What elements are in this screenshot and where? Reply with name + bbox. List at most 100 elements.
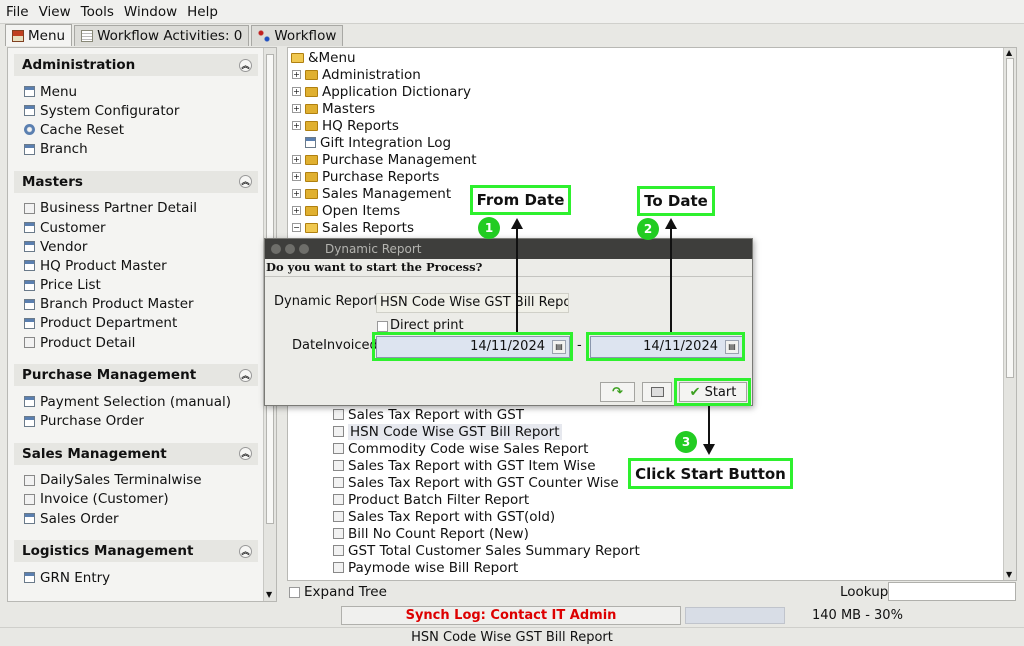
collapse-icon[interactable]: ︽ xyxy=(239,544,252,558)
tree-node-administration[interactable]: + Administration xyxy=(292,66,421,83)
sidebar-item-vendor[interactable]: Vendor xyxy=(24,237,258,256)
print-button[interactable] xyxy=(642,382,672,402)
sidebar-item-cache-reset[interactable]: Cache Reset xyxy=(24,120,258,139)
tree-node-sales-management[interactable]: + Sales Management xyxy=(292,185,451,202)
sidebar-item-hq-product-master[interactable]: HQ Product Master xyxy=(24,256,258,275)
collapse-icon[interactable]: ︽ xyxy=(239,175,252,189)
expand-icon[interactable]: + xyxy=(292,206,301,215)
sidebar-item-branch-product-master[interactable]: Branch Product Master xyxy=(24,295,258,314)
sidebar-item-price-list[interactable]: Price List xyxy=(24,276,258,295)
tree-report-gst-old[interactable]: Sales Tax Report with GST(old) xyxy=(333,508,555,525)
expand-icon[interactable]: + xyxy=(292,70,301,79)
scroll-down-icon[interactable]: ▼ xyxy=(1006,570,1012,579)
expand-icon[interactable]: + xyxy=(292,87,301,96)
group-header[interactable]: Purchase Management ︽ xyxy=(14,364,258,387)
tree-node-gift-integration-log[interactable]: Gift Integration Log xyxy=(305,134,451,151)
group-header[interactable]: Logistics Management ︽ xyxy=(14,540,258,563)
collapse-icon[interactable]: ︽ xyxy=(239,368,252,382)
tree-report-gst-customer-summary[interactable]: GST Total Customer Sales Summary Report xyxy=(333,542,640,559)
menu-file[interactable]: File xyxy=(4,4,37,20)
tab-workflow[interactable]: Workflow xyxy=(251,25,344,46)
group-header[interactable]: Sales Management ︽ xyxy=(14,442,258,465)
direct-print-checkbox[interactable] xyxy=(377,321,388,332)
tree-report-gst-counter-wise[interactable]: Sales Tax Report with GST Counter Wise xyxy=(333,474,619,491)
group-header[interactable]: Administration ︽ xyxy=(14,54,258,76)
refresh-button[interactable]: ↷ xyxy=(600,382,635,402)
sidebar-item-customer[interactable]: Customer xyxy=(24,218,258,237)
tab-menu-label: Menu xyxy=(28,27,66,44)
tree-report-paymode-wise[interactable]: Paymode wise Bill Report xyxy=(333,559,518,576)
sidebar-item-sales-order[interactable]: Sales Order xyxy=(24,509,258,528)
group-header[interactable]: Masters ︽ xyxy=(14,170,258,193)
sidebar-item-purchase-order[interactable]: Purchase Order xyxy=(24,411,258,430)
group-purchase-management: Purchase Management ︽ Payment Selection (… xyxy=(14,364,258,438)
tree-report-product-batch[interactable]: Product Batch Filter Report xyxy=(333,491,529,508)
collapse-tree-icon[interactable]: − xyxy=(292,223,301,232)
sidebar-item-dailysales-terminalwise[interactable]: DailySales Terminalwise xyxy=(24,471,258,490)
tree-node-purchase-management[interactable]: + Purchase Management xyxy=(292,151,477,168)
arrow-down-icon xyxy=(703,444,715,455)
sidebar-item-label: DailySales Terminalwise xyxy=(40,472,202,489)
tree-report-gst-item-wise[interactable]: Sales Tax Report with GST Item Wise xyxy=(333,457,596,474)
lookup-input[interactable] xyxy=(888,582,1016,601)
menu-window[interactable]: Window xyxy=(122,4,185,20)
expand-icon[interactable]: + xyxy=(292,104,301,113)
tree-node-open-items[interactable]: + Open Items xyxy=(292,202,400,219)
sidebar: Administration ︽ Menu System Configurator… xyxy=(7,47,277,602)
scroll-up-icon[interactable]: ▲ xyxy=(1006,48,1012,57)
synch-log-button[interactable]: Synch Log: Contact IT Admin xyxy=(341,606,681,625)
tab-workflow-activities[interactable]: Workflow Activities: 0 xyxy=(74,25,250,46)
collapse-icon[interactable]: ︽ xyxy=(239,58,252,72)
tree-report-commodity-code[interactable]: Commodity Code wise Sales Report xyxy=(333,440,588,457)
collapse-icon[interactable]: ︽ xyxy=(239,447,252,461)
tab-menu[interactable]: Menu xyxy=(5,24,73,46)
sidebar-item-menu[interactable]: Menu xyxy=(24,82,258,101)
window-icon xyxy=(24,260,35,272)
expand-tree-checkbox[interactable] xyxy=(289,586,300,598)
report-icon xyxy=(333,460,344,471)
sidebar-item-system-configurator[interactable]: System Configurator xyxy=(24,101,258,120)
minimize-icon[interactable] xyxy=(285,244,295,254)
sidebar-item-invoice-customer[interactable]: Invoice (Customer) xyxy=(24,490,258,509)
group-title: Purchase Management xyxy=(22,367,197,384)
expand-icon[interactable]: + xyxy=(292,155,301,164)
group-masters: Masters ︽ Business Partner Detail Custome… xyxy=(14,170,258,361)
sidebar-item-product-department[interactable]: Product Department xyxy=(24,314,258,333)
expand-icon[interactable]: + xyxy=(292,121,301,130)
scroll-down-icon[interactable]: ▼ xyxy=(266,590,272,599)
tree-root[interactable]: &Menu xyxy=(291,49,356,66)
sidebar-item-label: Price List xyxy=(40,277,101,294)
sidebar-item-branch[interactable]: Branch xyxy=(24,140,258,159)
menu-help[interactable]: Help xyxy=(185,4,226,20)
tree-node-hq-reports[interactable]: + HQ Reports xyxy=(292,117,399,134)
gear-icon xyxy=(24,124,35,136)
expand-icon[interactable]: + xyxy=(292,189,301,198)
tab-bar: Menu Workflow Activities: 0 Workflow xyxy=(0,24,1024,46)
sidebar-item-product-detail[interactable]: Product Detail xyxy=(24,333,258,352)
tree-node-purchase-reports[interactable]: + Purchase Reports xyxy=(292,168,439,185)
close-icon[interactable] xyxy=(271,244,281,254)
tree-scrollbar[interactable]: ▲ ▼ xyxy=(1003,48,1016,580)
scroll-thumb[interactable] xyxy=(1006,58,1014,378)
group-title: Administration xyxy=(22,57,136,73)
dialog-titlebar: Dynamic Report xyxy=(265,239,752,259)
sidebar-item-label: GRN Entry xyxy=(40,569,111,586)
menu-tools[interactable]: Tools xyxy=(79,4,122,20)
sidebar-item-grn-entry[interactable]: GRN Entry xyxy=(24,568,258,587)
tree-report-bill-no-count[interactable]: Bill No Count Report (New) xyxy=(333,525,529,542)
tree-node-application-dictionary[interactable]: + Application Dictionary xyxy=(292,83,471,100)
report-icon xyxy=(333,528,344,539)
tree-report-sales-tax-gst[interactable]: Sales Tax Report with GST xyxy=(333,406,524,423)
dialog-title: Dynamic Report xyxy=(325,242,422,256)
tree-label: GST Total Customer Sales Summary Report xyxy=(348,542,640,559)
menu-view[interactable]: View xyxy=(37,4,79,20)
tree-report-hsn-code-wise[interactable]: HSN Code Wise GST Bill Report xyxy=(333,423,562,440)
tree-node-masters[interactable]: + Masters xyxy=(292,100,375,117)
memory-usage: 140 MB - 30% xyxy=(812,608,903,623)
maximize-icon[interactable] xyxy=(299,244,309,254)
sidebar-item-business-partner-detail[interactable]: Business Partner Detail xyxy=(24,199,258,218)
expand-icon[interactable]: + xyxy=(292,172,301,181)
sidebar-item-payment-selection[interactable]: Payment Selection (manual) xyxy=(24,392,258,411)
tree-node-sales-reports[interactable]: − Sales Reports xyxy=(292,219,414,236)
folder-icon xyxy=(305,120,318,131)
